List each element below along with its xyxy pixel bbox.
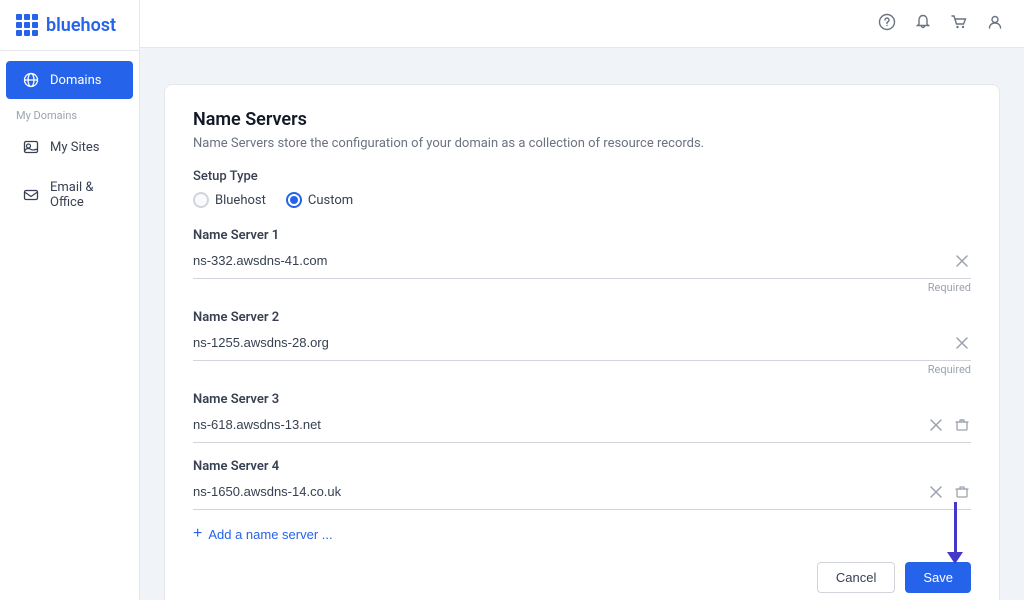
arrow-line xyxy=(954,502,957,552)
radio-bluehost-circle xyxy=(193,192,209,208)
arrow-annotation xyxy=(947,502,963,564)
radio-custom-label: Custom xyxy=(308,193,353,208)
ns-required-1: Required xyxy=(193,281,971,294)
my-sites-icon xyxy=(22,138,40,156)
ns-label-4: Name Server 4 xyxy=(193,459,971,474)
bell-icon[interactable] xyxy=(914,13,932,35)
ns-clear-1[interactable] xyxy=(953,252,971,270)
cart-icon[interactable] xyxy=(950,13,968,35)
sidebar: bluehost Domains My Domains xyxy=(0,0,140,600)
radio-custom[interactable]: Custom xyxy=(286,192,353,208)
sidebar-item-domains[interactable]: Domains xyxy=(6,61,133,99)
sidebar-item-email-office-label: Email & Office xyxy=(50,180,117,210)
ns-field-3: Name Server 3 xyxy=(193,392,971,443)
logo-area: bluehost xyxy=(0,0,139,51)
ns-field-2: Name Server 2 Required xyxy=(193,310,971,376)
user-icon[interactable] xyxy=(986,13,1004,35)
ns-input-4[interactable] xyxy=(193,480,919,503)
arrow-head xyxy=(947,552,963,564)
add-server-label: Add a name server ... xyxy=(208,527,332,542)
add-server-plus-icon: + xyxy=(193,526,202,542)
card-title: Name Servers xyxy=(193,109,971,130)
ns-input-2[interactable] xyxy=(193,331,945,354)
ns-input-3[interactable] xyxy=(193,413,919,436)
email-icon xyxy=(22,186,40,204)
cancel-button[interactable]: Cancel xyxy=(817,562,895,593)
ns-input-row-2 xyxy=(193,331,971,361)
add-server-button[interactable]: + Add a name server ... xyxy=(193,526,333,542)
ns-label-2: Name Server 2 xyxy=(193,310,971,325)
ns-field-4: Name Server 4 xyxy=(193,459,971,510)
ns-input-row-4 xyxy=(193,480,971,510)
setup-type-radio-group: Bluehost Custom xyxy=(193,192,971,208)
ns-input-row-1 xyxy=(193,249,971,279)
setup-type-label: Setup Type xyxy=(193,169,971,184)
ns-field-1: Name Server 1 Required xyxy=(193,228,971,294)
radio-bluehost-label: Bluehost xyxy=(215,193,266,208)
name-servers-card: Name Servers Name Servers store the conf… xyxy=(164,84,1000,600)
sidebar-item-domains-label: Domains xyxy=(50,73,101,88)
card-actions: Cancel Save xyxy=(193,562,971,593)
ns-required-2: Required xyxy=(193,363,971,376)
radio-bluehost[interactable]: Bluehost xyxy=(193,192,266,208)
topbar xyxy=(140,0,1024,48)
ns-input-1[interactable] xyxy=(193,249,945,272)
my-domains-section-label: My Domains xyxy=(0,101,139,126)
help-icon[interactable] xyxy=(878,13,896,35)
ns-delete-4[interactable] xyxy=(953,483,971,501)
ns-clear-4[interactable] xyxy=(927,483,945,501)
sidebar-item-my-sites-label: My Sites xyxy=(50,140,99,155)
domains-icon xyxy=(22,71,40,89)
brand-name: bluehost xyxy=(46,15,116,36)
ns-clear-2[interactable] xyxy=(953,334,971,352)
card-description: Name Servers store the configuration of … xyxy=(193,136,971,151)
ns-clear-3[interactable] xyxy=(927,416,945,434)
ns-label-3: Name Server 3 xyxy=(193,392,971,407)
sidebar-item-my-sites[interactable]: My Sites xyxy=(6,128,133,166)
radio-custom-circle xyxy=(286,192,302,208)
sidebar-nav: Domains My Domains My Sites Emai xyxy=(0,51,139,222)
ns-delete-3[interactable] xyxy=(953,416,971,434)
ns-label-1: Name Server 1 xyxy=(193,228,971,243)
main-content: Name Servers Name Servers store the conf… xyxy=(140,0,1024,600)
content-area: Name Servers Name Servers store the conf… xyxy=(140,48,1024,600)
logo-grid-icon xyxy=(16,14,38,36)
sidebar-item-email-office[interactable]: Email & Office xyxy=(6,170,133,220)
save-button[interactable]: Save xyxy=(905,562,971,593)
ns-input-row-3 xyxy=(193,413,971,443)
